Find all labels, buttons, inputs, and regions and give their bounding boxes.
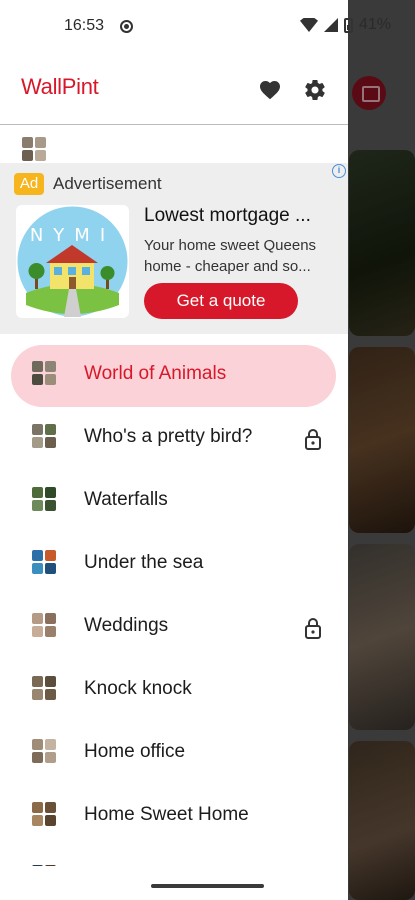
bottom-bar-background xyxy=(0,866,348,900)
status-icons: 41% xyxy=(300,16,391,34)
wifi-icon xyxy=(300,18,318,32)
lock-icon xyxy=(305,429,321,450)
lock-icon xyxy=(305,618,321,639)
collection-thumbnail xyxy=(32,739,56,763)
app-title: WallPint xyxy=(21,74,99,99)
ad-description: Your home sweet Queens home - cheaper an… xyxy=(144,235,334,277)
ad-description-line: home - cheaper and so... xyxy=(144,258,311,275)
battery-percent: 41% xyxy=(359,16,392,33)
collections-menu: World of Animals Who's a pretty bird? Wa… xyxy=(0,344,348,900)
battery-icon xyxy=(344,17,353,33)
notification-icon xyxy=(120,20,133,33)
header-divider xyxy=(0,124,348,125)
status-bar: 16:53 41% xyxy=(0,0,415,54)
menu-item-label: Who's a pretty bird? xyxy=(84,426,253,447)
get-quote-button[interactable]: Get a quote xyxy=(144,283,298,319)
menu-item-label: Knock knock xyxy=(84,678,192,699)
collection-thumbnail xyxy=(22,137,46,161)
menu-item-label: Under the sea xyxy=(84,552,204,573)
ad-badge: Ad xyxy=(14,173,44,195)
heart-icon[interactable] xyxy=(258,78,282,102)
ad-description-line: Your home sweet Queens xyxy=(144,237,317,254)
menu-item-home-office[interactable]: Home office xyxy=(0,722,348,785)
drawer-header: WallPint xyxy=(0,54,348,124)
menu-item-world-of-animals[interactable]: World of Animals xyxy=(0,344,348,407)
collection-thumbnail xyxy=(32,550,56,574)
navigation-drawer: WallPint Ad Advertisement i NYMI Lowest … xyxy=(0,0,348,900)
gear-icon[interactable] xyxy=(303,78,327,102)
menu-item-label: World of Animals xyxy=(84,363,227,384)
menu-item-knock-knock[interactable]: Knock knock xyxy=(0,659,348,722)
menu-item-label: Home Sweet Home xyxy=(84,804,249,825)
menu-item-waterfalls[interactable]: Waterfalls xyxy=(0,470,348,533)
menu-item-label: Waterfalls xyxy=(84,489,168,510)
advertisement-banner[interactable]: Ad Advertisement i NYMI Lowest mortgage … xyxy=(0,163,348,334)
menu-item-home-sweet-home[interactable]: Home Sweet Home xyxy=(0,785,348,848)
cellular-icon xyxy=(324,18,338,32)
menu-item-under-the-sea[interactable]: Under the sea xyxy=(0,533,348,596)
collection-thumbnail xyxy=(32,424,56,448)
menu-item-label: Home office xyxy=(84,741,186,762)
collection-thumbnail xyxy=(32,676,56,700)
menu-item-label: Weddings xyxy=(84,615,169,636)
ad-logo-text: NYMI xyxy=(30,225,115,246)
ad-label: Advertisement xyxy=(53,174,162,193)
collection-thumbnail xyxy=(32,802,56,826)
gesture-nav-handle[interactable] xyxy=(151,884,264,888)
collection-thumbnail xyxy=(32,613,56,637)
collection-thumbnail xyxy=(32,487,56,511)
ad-title[interactable]: Lowest mortgage ... xyxy=(144,205,334,227)
status-time: 16:53 xyxy=(64,17,105,34)
info-icon[interactable]: i xyxy=(332,164,346,178)
menu-item-pretty-bird[interactable]: Who's a pretty bird? xyxy=(0,407,348,470)
ad-house-image[interactable]: NYMI xyxy=(16,205,129,318)
menu-item-weddings[interactable]: Weddings xyxy=(0,596,348,659)
collection-thumbnail xyxy=(32,361,56,385)
